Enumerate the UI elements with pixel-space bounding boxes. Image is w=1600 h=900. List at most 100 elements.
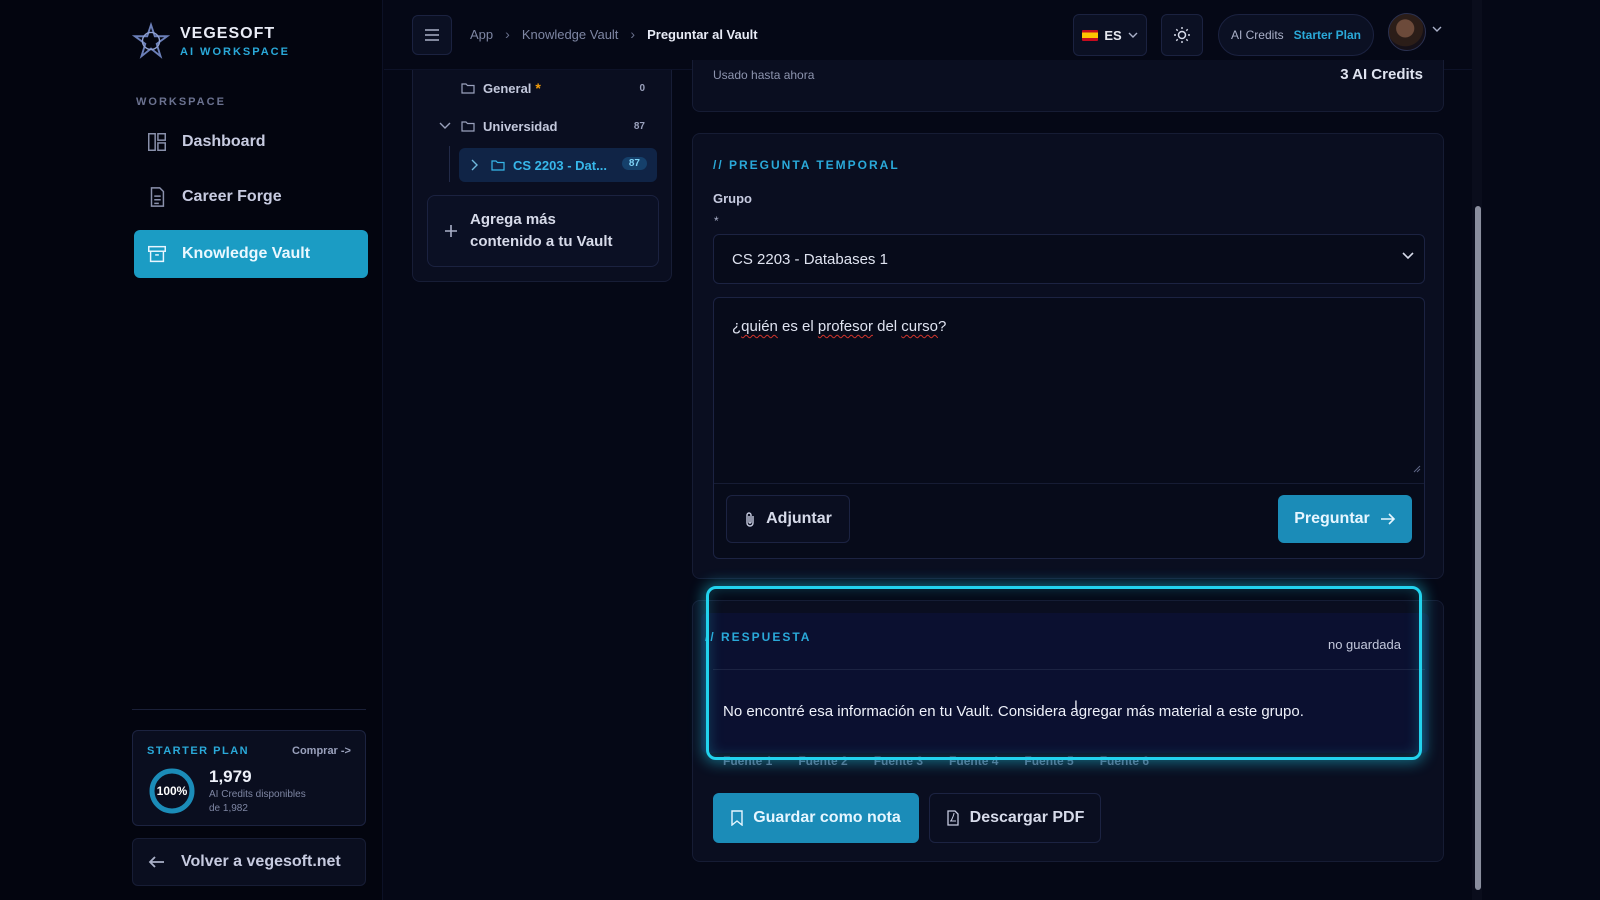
group-select[interactable]: CS 2203 - Databases 1 <box>713 234 1425 284</box>
chevron-right-icon[interactable] <box>471 159 479 171</box>
pdf-file-icon <box>946 810 959 826</box>
menu-toggle-button[interactable] <box>412 15 452 55</box>
question-text-part: ¿ <box>732 318 742 335</box>
folder-icon <box>491 160 505 171</box>
download-pdf-button[interactable]: Descargar PDF <box>929 793 1101 843</box>
tree-item-general[interactable]: General * 0 <box>413 73 673 103</box>
sidebar: VEGESOFT AI WORKSPACE WORKSPACE Dashboar… <box>0 0 383 900</box>
textarea-divider <box>714 483 1424 484</box>
language-code: ES <box>1104 27 1122 43</box>
hamburger-icon <box>425 29 439 41</box>
brand-tagline: AI WORKSPACE <box>180 45 290 58</box>
folder-icon <box>461 121 475 132</box>
save-as-note-button[interactable]: Guardar como nota <box>713 793 919 843</box>
save-as-note-label: Guardar como nota <box>753 809 901 826</box>
question-section-title: // PREGUNTA TEMPORAL <box>713 158 900 172</box>
text-cursor-icon: I <box>1074 697 1078 713</box>
arrow-left-icon <box>148 856 164 868</box>
credits-caption: AI Credits disponibles de 1,982 <box>209 788 359 816</box>
vault-tree-panel: General * 0 Universidad 87 CS 2203 - Dat… <box>412 70 672 282</box>
spain-flag-icon <box>1082 29 1099 41</box>
page-scrollbar-thumb[interactable] <box>1475 206 1481 890</box>
ask-button[interactable]: Preguntar <box>1278 495 1412 543</box>
question-text-part: ? <box>937 318 947 335</box>
question-card: // PREGUNTA TEMPORAL Grupo * CS 2203 - D… <box>692 133 1444 579</box>
group-select-value: CS 2203 - Databases 1 <box>732 250 888 268</box>
question-text: ¿quién es el profesor del curso? <box>732 318 946 335</box>
brand-logo[interactable]: VEGESOFT AI WORKSPACE <box>132 22 290 60</box>
tree-item-cs2203[interactable]: CS 2203 - Dat... 87 <box>459 148 657 182</box>
app-root: VEGESOFT AI WORKSPACE WORKSPACE Dashboar… <box>0 0 1600 900</box>
tree-item-label: Universidad <box>483 118 558 134</box>
usage-value: 3 AI Credits <box>1340 66 1423 83</box>
breadcrumb-knowledge-vault[interactable]: Knowledge Vault <box>522 27 619 42</box>
arrow-right-icon <box>1380 513 1395 525</box>
paperclip-icon <box>746 512 754 527</box>
language-selector[interactable]: ES <box>1073 14 1147 56</box>
breadcrumb-app[interactable]: App <box>470 27 493 42</box>
sidebar-item-label: Dashboard <box>182 133 266 150</box>
sidebar-item-knowledge-vault[interactable]: Knowledge Vault <box>134 230 368 278</box>
tree-guide-line <box>449 146 450 182</box>
back-label: Volver a vegesoft.net <box>181 853 341 870</box>
tree-item-count: 87 <box>633 120 645 132</box>
add-content-label-1: Agrega más <box>470 211 556 228</box>
sidebar-divider <box>132 709 366 710</box>
attach-label: Adjuntar <box>766 510 832 527</box>
dashboard-icon <box>148 133 166 151</box>
star-icon: * <box>535 80 541 96</box>
plan-title: STARTER PLAN <box>147 745 250 757</box>
answer-highlight-frame <box>706 586 1422 760</box>
credits-plan-pill[interactable]: AI Credits Starter Plan <box>1218 14 1374 56</box>
usage-card: Usado hasta ahora 3 AI Credits <box>692 60 1444 112</box>
usage-label: Usado hasta ahora <box>713 68 815 82</box>
add-content-button[interactable]: Agrega más contenido a tu Vault <box>427 195 659 267</box>
required-mark: * <box>714 214 719 228</box>
chevron-down-icon[interactable] <box>439 122 451 130</box>
tree-item-universidad[interactable]: Universidad 87 <box>413 111 673 141</box>
sun-icon <box>1174 27 1190 43</box>
credits-available: 1,979 <box>209 767 252 786</box>
tree-item-count: 0 <box>639 82 645 94</box>
question-text-part: quién <box>741 318 778 335</box>
avatar[interactable] <box>1388 13 1426 51</box>
resize-handle-icon[interactable] <box>1413 465 1421 473</box>
add-content-label-2: contenido a tu Vault <box>470 233 613 250</box>
bookmark-icon <box>731 810 743 826</box>
workspace-section-label: WORKSPACE <box>136 96 226 108</box>
chevron-down-icon[interactable] <box>1432 26 1442 32</box>
document-icon <box>150 187 165 207</box>
credits-percent: 100% <box>156 784 188 798</box>
back-to-site-button[interactable]: Volver a vegesoft.net <box>132 838 366 886</box>
plus-icon <box>445 225 457 237</box>
archive-icon <box>148 245 166 263</box>
question-text-part: profesor <box>817 318 873 335</box>
sidebar-item-label: Knowledge Vault <box>182 245 311 262</box>
breadcrumb-current: Preguntar al Vault <box>647 26 758 42</box>
chevron-down-icon <box>1402 252 1414 260</box>
chevron-down-icon <box>1128 32 1138 38</box>
logo-star-icon <box>132 22 170 59</box>
question-text-part: es el <box>777 318 818 335</box>
question-textarea[interactable]: ¿quién es el profesor del curso? Adjunta… <box>713 297 1425 559</box>
sidebar-item-dashboard[interactable]: Dashboard <box>134 118 368 166</box>
buy-credits-link[interactable]: Comprar -> <box>292 745 351 757</box>
tree-item-count: 87 <box>621 157 647 170</box>
ask-label: Preguntar <box>1294 510 1370 527</box>
sidebar-item-label: Career Forge <box>182 188 282 205</box>
plan-card: STARTER PLAN Comprar -> 100% 1,979 AI Cr… <box>132 730 366 826</box>
theme-toggle-button[interactable] <box>1161 14 1203 56</box>
tree-item-label: CS 2203 - Dat... <box>513 157 607 173</box>
question-text-part: curso <box>901 318 938 335</box>
sidebar-item-career-forge[interactable]: Career Forge <box>134 173 368 221</box>
attach-button[interactable]: Adjuntar <box>726 495 850 543</box>
group-label: Grupo <box>713 191 752 206</box>
chevron-right-icon: › <box>630 26 636 42</box>
brand-name: VEGESOFT <box>180 24 276 42</box>
breadcrumb: App › Knowledge Vault › Preguntar al Vau… <box>470 26 758 42</box>
credits-pill-label: AI Credits <box>1230 28 1284 42</box>
folder-icon <box>461 83 475 94</box>
chevron-right-icon: › <box>505 26 510 42</box>
download-pdf-label: Descargar PDF <box>969 809 1085 826</box>
credits-pill-plan: Starter Plan <box>1293 28 1362 42</box>
